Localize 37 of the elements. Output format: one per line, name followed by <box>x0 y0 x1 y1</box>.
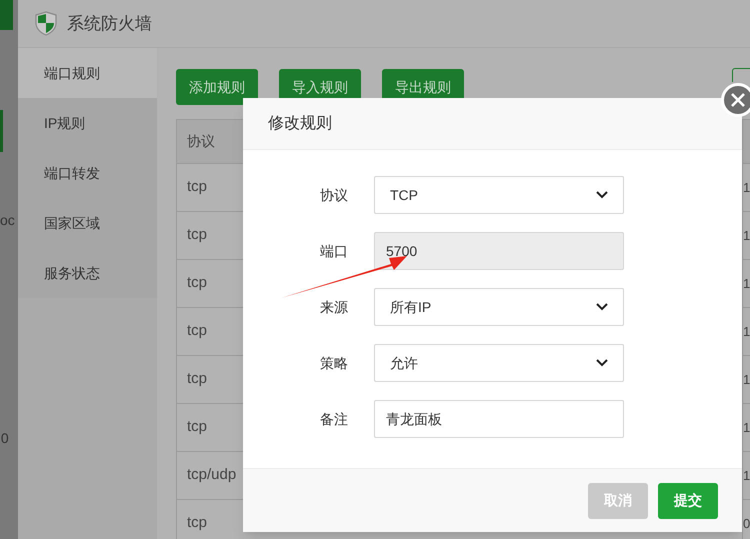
table-cell-text: 1 <box>743 226 750 245</box>
table-cell-text: 0 <box>743 514 750 533</box>
field-label: 端口 <box>319 242 349 260</box>
submit-button[interactable]: 提交 <box>658 482 718 518</box>
sidebar-item[interactable]: 端口规则 <box>18 48 157 98</box>
dialog-title: 修改规则 <box>268 114 332 134</box>
select-field[interactable]: TCP <box>374 176 624 214</box>
field-label: 来源 <box>319 298 349 316</box>
sidebar-item[interactable]: 国家区域 <box>18 198 157 248</box>
field-label: 协议 <box>319 186 349 204</box>
field-label: 备注 <box>319 410 349 428</box>
toolbar-button[interactable]: 添加规则 <box>176 69 258 105</box>
table-cell-text: 1 <box>743 322 750 341</box>
table-cell-text: 1 <box>743 274 750 293</box>
table-cell-text: 1 <box>743 466 750 485</box>
column-header: 协议 <box>187 132 215 151</box>
select-field[interactable]: 允许 <box>374 344 624 382</box>
table-cell-text: 1 <box>743 178 750 197</box>
background-text: oc <box>0 211 15 230</box>
sidebar-item[interactable]: 服务状态 <box>18 248 157 298</box>
table-cell-text: tcp/udp <box>187 465 236 486</box>
table-cell-text: tcp <box>187 177 208 198</box>
table-cell-text: tcp <box>187 513 208 534</box>
table-cell-text: tcp <box>187 321 208 342</box>
table-cell-text: tcp <box>187 225 208 246</box>
table-cell-text: tcp <box>187 417 208 438</box>
table-cell-text: 1 <box>743 418 750 437</box>
table-cell-text: 1 <box>743 370 750 389</box>
input-field[interactable]: 青龙面板 <box>374 400 624 438</box>
sidebar-item[interactable]: IP规则 <box>18 98 157 148</box>
select-field[interactable]: 所有IP <box>374 288 624 326</box>
window-title: 系统防火墙 <box>67 12 152 35</box>
table-cell-text: tcp <box>187 369 208 390</box>
table-cell-text: tcp <box>187 273 208 294</box>
background-text: .0 <box>0 429 9 448</box>
sidebar-item[interactable]: 端口转发 <box>18 148 157 198</box>
field-label: 策略 <box>319 354 349 372</box>
